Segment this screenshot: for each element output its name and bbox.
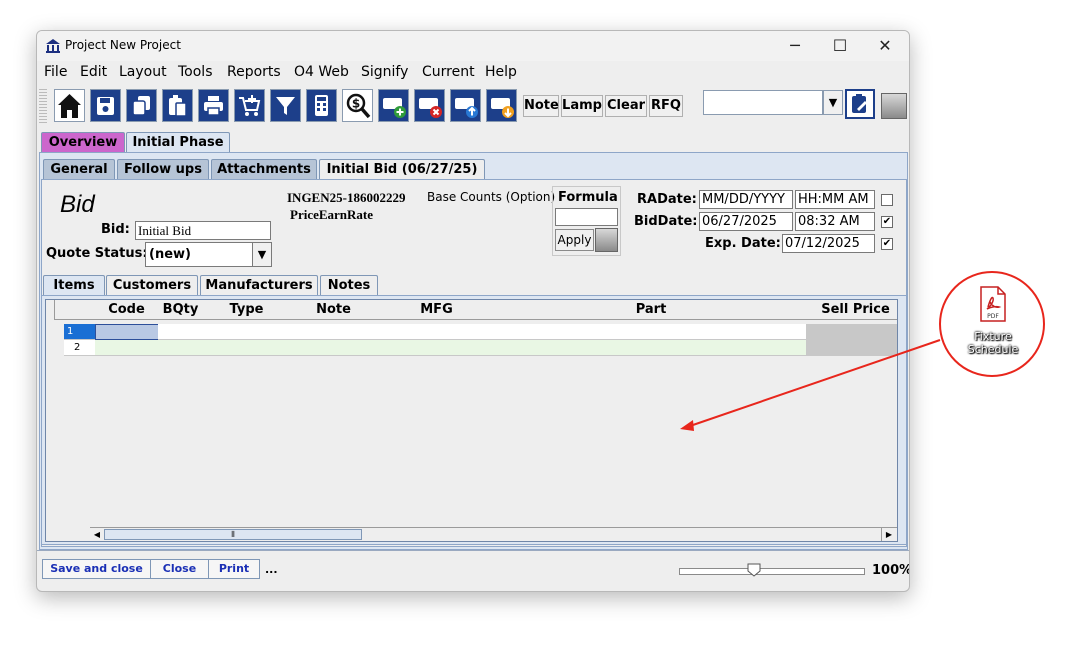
annotation-arrow — [680, 339, 941, 431]
desktop-icon-label: Fixture Schedule — [963, 330, 1023, 356]
desktop-icon-label-line1: Fixture — [974, 330, 1012, 343]
pdf-badge: PDF — [987, 313, 999, 320]
fixture-schedule-desktop-icon[interactable]: PDF Fixture Schedule — [963, 286, 1023, 362]
desktop-icon-label-line2: Schedule — [967, 343, 1019, 356]
